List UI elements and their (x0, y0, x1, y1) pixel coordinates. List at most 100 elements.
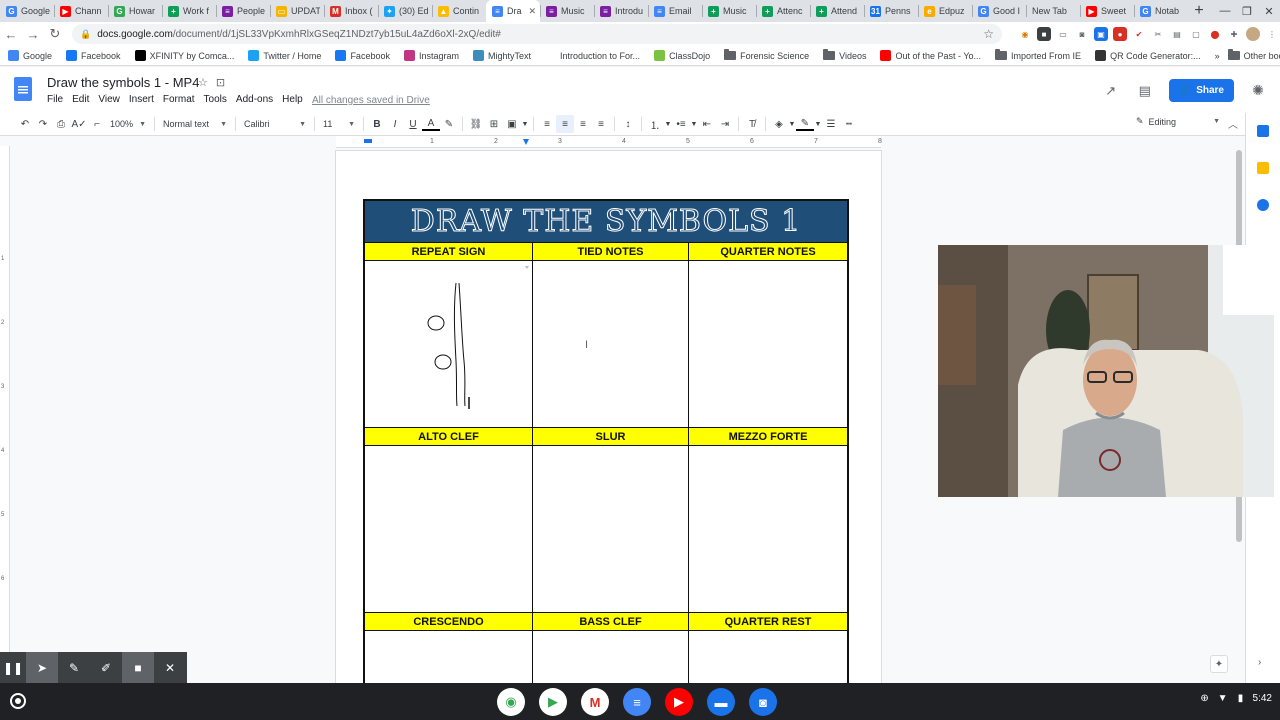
browser-tab[interactable]: ≡ Dra ✕ (486, 0, 540, 22)
chevron-down-icon[interactable]: ▼ (521, 115, 529, 133)
extension-dark-icon[interactable]: ■ (1037, 27, 1051, 41)
bookmark-item[interactable]: Facebook (335, 50, 390, 61)
extension-page-icon[interactable]: ▤ (1170, 27, 1184, 41)
left-indent-marker[interactable] (364, 139, 372, 143)
zoom-select[interactable]: 100% ▼ (106, 119, 150, 129)
bookmark-item[interactable]: Instagram (403, 50, 459, 61)
browser-tab[interactable]: ✦ (30) Ed (378, 0, 432, 22)
browser-tab[interactable]: ▲ Contin (432, 0, 486, 22)
border-width-icon[interactable]: ☰ (822, 115, 840, 133)
extension-cast-icon[interactable]: ▣ (1094, 27, 1108, 41)
browser-tab[interactable]: ≡ Music (540, 0, 594, 22)
extension-check-icon[interactable]: ✔ (1132, 27, 1146, 41)
bookmark-item[interactable]: Imported From IE (995, 49, 1081, 61)
chevron-down-icon[interactable]: ▼ (664, 115, 672, 133)
extension-stop-icon[interactable]: ⬤ (1208, 27, 1222, 41)
menu-view[interactable]: View (98, 94, 120, 105)
menu-addons[interactable]: Add-ons (236, 94, 273, 105)
align-center-icon[interactable]: ≡ (556, 115, 574, 133)
highlight-icon[interactable]: ✎ (440, 115, 458, 133)
gmail-icon[interactable]: M (581, 688, 609, 716)
bulleted-list-icon[interactable]: •≡ (672, 115, 690, 133)
undo-icon[interactable]: ↶ (16, 115, 34, 133)
underline-button[interactable]: U (404, 115, 422, 133)
highlighter-icon[interactable]: ✐ (90, 652, 122, 683)
border-color-icon[interactable]: ✎ (796, 117, 814, 131)
align-justify-icon[interactable]: ≡ (592, 115, 610, 133)
launcher-icon[interactable] (10, 693, 26, 709)
align-left-icon[interactable]: ≡ (538, 115, 556, 133)
chevron-down-icon[interactable]: ▼ (788, 115, 796, 133)
bookmark-item[interactable]: Google (8, 50, 52, 61)
chevron-down-icon[interactable]: ▼ (814, 115, 822, 133)
extension-window-icon[interactable]: ▢ (1189, 27, 1203, 41)
cell-tied-notes[interactable]: I (532, 261, 688, 427)
menu-edit[interactable]: Edit (72, 94, 89, 105)
browser-tab[interactable]: New Tab (1026, 0, 1080, 22)
browser-tab[interactable]: + Attenc (756, 0, 810, 22)
cell-mezzo-forte[interactable] (688, 446, 847, 612)
chevron-down-icon[interactable]: ▼ (690, 115, 698, 133)
keep-icon[interactable] (1257, 162, 1269, 174)
close-window-icon[interactable]: ✕ (1258, 0, 1280, 22)
insert-comment-icon[interactable]: ⊞ (485, 115, 503, 133)
cell-bass-clef[interactable] (532, 631, 688, 683)
document-page[interactable]: DRAW THE SYMBOLS 1 REPEAT SIGN TIED NOTE… (336, 151, 881, 683)
browser-tab[interactable]: + Work f (162, 0, 216, 22)
menu-file[interactable]: File (47, 94, 63, 105)
cell-crescendo[interactable] (365, 631, 532, 683)
align-right-icon[interactable]: ≡ (574, 115, 592, 133)
explore-icon[interactable]: ✦ (1210, 655, 1228, 673)
calendar-icon[interactable] (1257, 125, 1269, 137)
browser-tab[interactable]: e Edpuz (918, 0, 972, 22)
bookmark-item[interactable]: XFINITY by Comca... (134, 50, 234, 61)
move-folder-icon[interactable]: ⊡ (216, 76, 225, 89)
bookmark-item[interactable]: Twitter / Home (248, 50, 321, 61)
collapse-menus-icon[interactable]: ︿ (1228, 116, 1238, 131)
bold-button[interactable]: B (368, 115, 386, 133)
browser-tab[interactable]: 31 Penns (864, 0, 918, 22)
tasks-icon[interactable] (1257, 199, 1269, 211)
minimize-icon[interactable]: — (1214, 0, 1236, 22)
redo-icon[interactable]: ↷ (34, 115, 52, 133)
browser-tab[interactable]: G Howar (108, 0, 162, 22)
insert-image-icon[interactable]: ▣ (503, 115, 521, 133)
menu-tools[interactable]: Tools (204, 94, 227, 105)
fill-color-icon[interactable]: ◈ (770, 115, 788, 133)
bookmark-item[interactable]: Facebook (66, 50, 121, 61)
numbered-list-icon[interactable]: ⒈ (646, 115, 664, 133)
browser-tab[interactable]: ≡ People (216, 0, 270, 22)
cell-alto-clef[interactable] (365, 446, 532, 612)
spellcheck-icon[interactable]: A✓ (70, 115, 88, 133)
bookmark-item[interactable]: QR Code Generator:... (1095, 50, 1201, 61)
extension-record-icon[interactable]: ● (1113, 27, 1127, 41)
cell-repeat-sign[interactable] (365, 261, 532, 427)
profile-avatar[interactable] (1246, 27, 1260, 41)
play-store-icon[interactable]: ▶ (539, 688, 567, 716)
browser-tab[interactable]: ▶ Sweet (1080, 0, 1134, 22)
mode-select[interactable]: ✎ Editing ▼ (1136, 116, 1220, 127)
clear-formatting-icon[interactable]: T̸ (743, 115, 761, 133)
browser-menu-icon[interactable]: ⋮ (1265, 27, 1279, 41)
browser-tab[interactable]: G Google (0, 0, 54, 22)
extension-scissors-icon[interactable]: ✂ (1151, 27, 1165, 41)
horizontal-ruler[interactable]: 1 2 3 4 5 6 7 8 (336, 136, 882, 148)
activity-dashboard-icon[interactable]: ↗ (1101, 83, 1121, 99)
camera-toggle-icon[interactable]: ■ (122, 652, 154, 683)
text-color-button[interactable]: A (422, 117, 440, 131)
browser-tab[interactable]: ≡ Introdu (594, 0, 648, 22)
border-dash-icon[interactable]: ┅ (840, 115, 858, 133)
camera-icon[interactable]: ◙ (749, 688, 777, 716)
bookmark-item[interactable]: MightyText (473, 50, 531, 61)
youtube-icon[interactable]: ▶ (665, 688, 693, 716)
browser-tab[interactable]: ≡ Email (648, 0, 702, 22)
save-status[interactable]: All changes saved in Drive (312, 95, 430, 106)
pointer-icon[interactable]: ➤ (26, 652, 58, 683)
bookmark-item[interactable]: Out of the Past - Yo... (880, 50, 981, 61)
browser-tab[interactable]: M Inbox ( (324, 0, 378, 22)
docs-logo-icon[interactable] (14, 77, 32, 101)
style-select[interactable]: Normal text ▼ (159, 119, 231, 129)
reload-icon[interactable]: ↻ (44, 23, 66, 45)
browser-tab[interactable]: G Notab (1134, 0, 1188, 22)
messages-icon[interactable]: ▬ (707, 688, 735, 716)
